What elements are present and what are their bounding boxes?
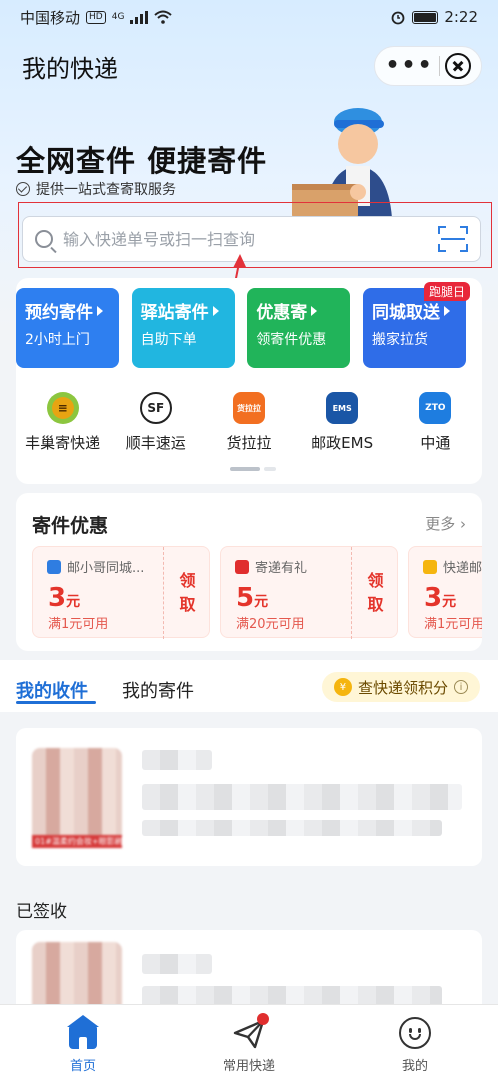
blurred-status <box>142 954 212 974</box>
tab-frequent-couriers[interactable]: 常用快递 <box>189 1005 309 1080</box>
profile-smile-icon <box>397 1015 433 1051</box>
coupon-name: 寄递有礼 <box>235 557 307 576</box>
tab-active-underline <box>16 701 96 704</box>
tile-subtitle: 2小时上门 <box>25 332 90 348</box>
tile-subtitle: 搬家拉货 <box>371 332 428 348</box>
tab-home[interactable]: 首页 <box>23 1005 143 1080</box>
promo-title: 寄件优惠 <box>32 515 109 537</box>
tab-label: 我的 <box>401 1059 428 1074</box>
carrier-ems[interactable]: EMS 邮政EMS <box>296 392 388 453</box>
tile-subtitle: 自助下单 <box>140 332 197 348</box>
carrier-zto[interactable]: ZTO 中通 <box>389 392 481 453</box>
bottom-tab-bar: 首页 常用快递 我的 <box>0 1004 498 1080</box>
book-pickup-tile[interactable]: 预约寄件 2小时上门 <box>16 288 119 368</box>
notification-dot <box>257 1013 269 1025</box>
coupon-condition: 满1元可用 <box>424 617 482 632</box>
errand-day-badge: 跑腿日 <box>423 282 470 301</box>
zto-logo-icon: ZTO <box>419 392 452 424</box>
carrier-sf[interactable]: SF 顺丰速运 <box>110 392 202 453</box>
tile-title: 同城取送 <box>372 298 466 323</box>
tile-title: 预约寄件 <box>25 298 119 323</box>
carrier-huolala[interactable]: 货拉拉 货拉拉 <box>203 392 295 453</box>
courier-avatar-icon <box>423 559 437 574</box>
gift-icon <box>235 559 249 574</box>
send-plane-icon <box>231 1013 269 1051</box>
carrier-name: 中通 <box>420 434 451 452</box>
tile-title: 驿站寄件 <box>141 298 235 323</box>
ems-logo-icon: EMS <box>326 392 359 424</box>
coupon-name: 快递邮 <box>423 557 482 576</box>
coupon-condition: 满1元可用 <box>48 617 109 632</box>
discount-send-tile[interactable]: 优惠寄 领寄件优惠 <box>247 288 351 368</box>
station-send-tile[interactable]: 驿站寄件 自助下单 <box>131 288 235 368</box>
coin-icon: ¥ <box>333 678 352 696</box>
carrier-list: ≡ 丰巢寄快递 SF 顺丰速运 货拉拉 货拉拉 EMS 邮政EMS ZTO 中通 <box>16 392 482 453</box>
home-icon <box>65 1015 101 1051</box>
tab-profile[interactable]: 我的 <box>355 1005 475 1080</box>
package-card[interactable]: 01#温柔约会妆+眼影刷 <box>16 728 482 866</box>
tile-subtitle: 领寄件优惠 <box>256 332 327 348</box>
carrier-name: 顺丰速运 <box>125 434 186 452</box>
tab-label: 常用快递 <box>222 1059 275 1074</box>
carrier-name: 邮政EMS <box>311 434 374 452</box>
blurred-detail <box>142 784 462 810</box>
blurred-time <box>142 820 442 836</box>
fengchao-logo-icon: ≡ <box>46 392 79 424</box>
carrier-name: 丰巢寄快递 <box>25 434 101 452</box>
coupon-amount: 3元 <box>424 583 457 613</box>
coupon-condition: 满20元可用 <box>236 617 305 632</box>
huolala-logo-icon: 货拉拉 <box>232 392 265 424</box>
tab-sent[interactable]: 我的寄件 <box>122 677 194 703</box>
coupon-card[interactable]: 邮小哥同城... 3元 满1元可用 领取 <box>32 546 211 639</box>
blurred-status <box>142 750 212 770</box>
info-icon[interactable]: i <box>454 680 468 694</box>
carrier-fengchao[interactable]: ≡ 丰巢寄快递 <box>17 392 109 453</box>
coupon-amount: 3元 <box>48 583 81 613</box>
carousel-indicator <box>230 467 276 471</box>
claim-button[interactable]: 领取 <box>351 547 399 639</box>
coupon-list: 邮小哥同城... 3元 满1元可用 领取 寄递有礼 5元 满20元可用 领取 快… <box>16 546 482 640</box>
earn-points-button[interactable]: ¥ 查快递领积分 i <box>321 672 480 702</box>
coupon-amount: 5元 <box>236 583 269 613</box>
carrier-name: 货拉拉 <box>226 434 272 452</box>
coupon-card[interactable]: 寄递有礼 5元 满20元可用 领取 <box>220 546 399 639</box>
same-city-tile[interactable]: 同城取送 搬家拉货 跑腿日 <box>362 282 470 368</box>
coupon-name: 邮小哥同城... <box>47 557 144 576</box>
signed-section-title: 已签收 <box>16 902 67 922</box>
tile-title: 优惠寄 <box>256 298 350 323</box>
tab-received[interactable]: 我的收件 <box>16 677 88 703</box>
package-thumbnail: 01#温柔约会妆+眼影刷 <box>32 748 122 848</box>
sf-logo-icon: SF <box>139 392 172 424</box>
promo-more-link[interactable]: 更多 › <box>425 513 466 534</box>
earn-points-label: 查快递领积分 <box>357 678 448 697</box>
claim-button[interactable]: 领取 <box>163 547 211 639</box>
coupon-card[interactable]: 快递邮 3元 满1元可用 <box>408 546 482 638</box>
postman-icon <box>47 559 61 574</box>
tab-label: 首页 <box>69 1059 96 1074</box>
service-tiles: 预约寄件 2小时上门 驿站寄件 自助下单 优惠寄 领寄件优惠 同城取送 搬家拉货… <box>16 282 470 368</box>
thumbnail-caption: 01#温柔约会妆+眼影刷 <box>32 835 122 848</box>
